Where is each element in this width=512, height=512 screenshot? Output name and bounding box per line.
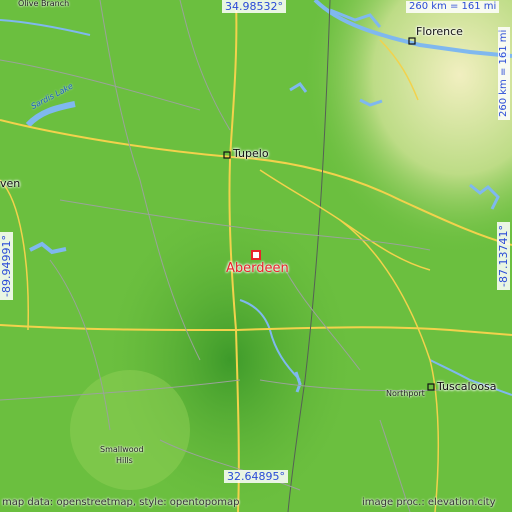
aberdeen-marker[interactable] [251, 250, 261, 260]
credits-left: map data: openstreetmap, style: opentopo… [2, 497, 240, 508]
edge-town-label: ven [0, 177, 21, 190]
olive-branch-label: Olive Branch [18, 0, 70, 8]
credits-right: image proc.: elevation.city [362, 497, 496, 508]
smallwood-label: Smallwood [100, 445, 144, 454]
latitude-bottom-label: 32.64895° [224, 470, 288, 483]
northport-label: Northport [386, 389, 425, 398]
scale-vertical-label: 260 km = 161 mi [498, 26, 510, 120]
map-canvas[interactable]: Florence Tupelo Tuscaloosa Northport Oli… [0, 0, 512, 512]
florence-label: Florence [416, 25, 463, 38]
hills-label: Hills [116, 456, 133, 465]
longitude-left-label: -89.94991° [0, 232, 13, 300]
tuscaloosa-label: Tuscaloosa [437, 380, 497, 393]
longitude-right-label: -87.13741° [497, 222, 510, 290]
latitude-top-label: 34.98532° [222, 0, 286, 13]
tupelo-label: Tupelo [233, 147, 269, 160]
smallwood-hills-shading [70, 370, 190, 490]
aberdeen-label: Aberdeen [226, 261, 289, 276]
map-terrain [0, 0, 512, 512]
scale-horizontal-label: 260 km = 161 mi [406, 1, 500, 13]
